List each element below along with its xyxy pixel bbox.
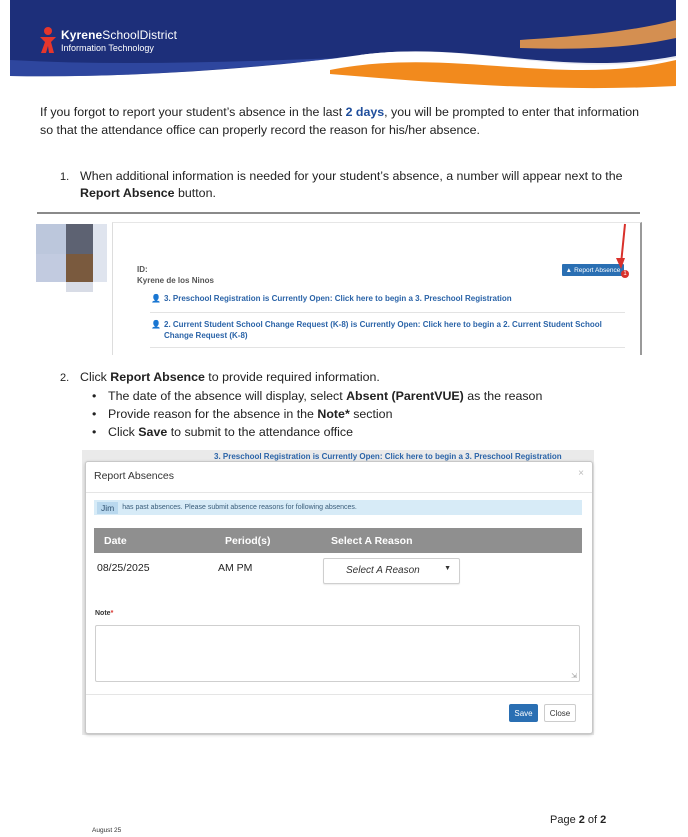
step-2-text-end: to provide required information. (204, 370, 380, 384)
column-header-periods: Period(s) (225, 535, 271, 547)
background-registration-link: 3. Preschool Registration is Currently O… (214, 452, 562, 461)
bullet-bold: Note* (317, 407, 350, 421)
bullet-item: Provide reason for the absence in the No… (92, 405, 640, 423)
step-2-bullets: The date of the absence will display, se… (60, 387, 640, 441)
save-button[interactable]: Save (509, 704, 538, 722)
bullet-text: The date of the absence will display, se… (108, 389, 347, 403)
bell-icon: ▲ (565, 266, 573, 274)
modal-header-divider (86, 492, 592, 493)
intro-text-start: If you forgot to report your student’s a… (40, 105, 346, 119)
absence-date: 08/25/2025 (97, 562, 150, 574)
link-divider (150, 347, 625, 348)
bullet-item: Click Save to submit to the attendance o… (92, 423, 640, 441)
alert-message: has past absences. Please submit absence… (122, 504, 357, 511)
bullet-bold: Absent (ParentVUE) (346, 389, 464, 403)
step-1-text: When additional information is needed fo… (80, 169, 623, 183)
link-divider (150, 312, 625, 313)
absence-periods: AM PM (218, 562, 253, 574)
bullet-text-end: section (349, 407, 393, 421)
footer-date: August 25 (92, 827, 122, 834)
alert-student-name: Jim (97, 501, 119, 514)
caret-down-icon: ▼ (444, 565, 451, 572)
absence-table-header: Date Period(s) Select A Reason (94, 528, 582, 553)
page-total: 2 (600, 814, 607, 826)
department-name: Information Technology (61, 42, 154, 53)
student-id-label: ID: (137, 265, 148, 274)
modal-footer-divider (86, 694, 592, 695)
required-asterisk: * (110, 610, 114, 617)
bullet-bold: Save (138, 425, 168, 439)
step-1-text-end: button. (174, 186, 216, 200)
modal-title: Report Absences (94, 470, 174, 482)
modal-close-icon[interactable]: × (578, 468, 584, 479)
bullet-text: Provide reason for the absence in the (108, 407, 318, 421)
resize-grip-icon[interactable]: ⇲ (571, 672, 577, 680)
school-change-link[interactable]: 👤 2. Current Student School Change Reque… (151, 319, 611, 341)
close-button[interactable]: Close (544, 704, 576, 722)
column-header-reason: Select A Reason (331, 535, 413, 547)
header-banner: KyreneSchoolDistrict Information Technol… (0, 0, 688, 90)
intro-paragraph: If you forgot to report your student’s a… (40, 103, 650, 139)
bullet-item: The date of the absence will display, se… (92, 387, 640, 405)
preschool-registration-text: 3. Preschool Registration is Currently O… (164, 294, 512, 303)
red-arrow-icon (616, 223, 626, 269)
kyrene-figure-icon (40, 27, 56, 53)
step-2-bold: Report Absence (110, 370, 205, 384)
bullet-text: Click (108, 425, 139, 439)
intro-days-highlight: 2 days (345, 105, 385, 119)
step-2: 2. Click Report Absence to provide requi… (60, 368, 640, 441)
screenshot-divider (37, 212, 640, 214)
step-2-text-start: Click (80, 370, 111, 384)
column-header-date: Date (104, 535, 127, 547)
note-label-text: Note (95, 610, 111, 617)
preschool-registration-link[interactable]: 👤 3. Preschool Registration is Currently… (151, 294, 512, 303)
student-name: Kyrene de los Ninos (137, 276, 214, 285)
user-icon: 👤 (151, 320, 161, 329)
brand-bold: Kyrene (61, 27, 103, 42)
bullet-text-end: as the reason (463, 389, 543, 403)
brand-rest: SchoolDistrict (102, 27, 178, 42)
district-logo: KyreneSchoolDistrict Information Technol… (38, 26, 177, 54)
page-text: Page (550, 814, 579, 826)
step-2-number: 2. (60, 372, 70, 384)
note-textarea[interactable]: ⇲ (95, 625, 580, 682)
reason-select[interactable]: Select A Reason ▼ (323, 558, 460, 584)
step-1: 1. When additional information is needed… (60, 168, 630, 202)
school-change-text: 2. Current Student School Change Request… (164, 320, 602, 340)
note-label: Note* (95, 610, 113, 617)
step-1-number: 1. (60, 171, 70, 183)
reason-select-label: Select A Reason (346, 565, 420, 576)
page-text-of: of (584, 814, 601, 826)
absence-alert: Jim has past absences. Please submit abs… (94, 500, 582, 515)
bullet-text-end: to submit to the attendance office (167, 425, 354, 439)
step-1-bold: Report Absence (80, 186, 175, 200)
page-number: Page 2 of 2 (550, 814, 606, 826)
report-absences-modal: Report Absences × Jim has past absences.… (85, 461, 593, 734)
user-icon: 👤 (151, 294, 161, 303)
